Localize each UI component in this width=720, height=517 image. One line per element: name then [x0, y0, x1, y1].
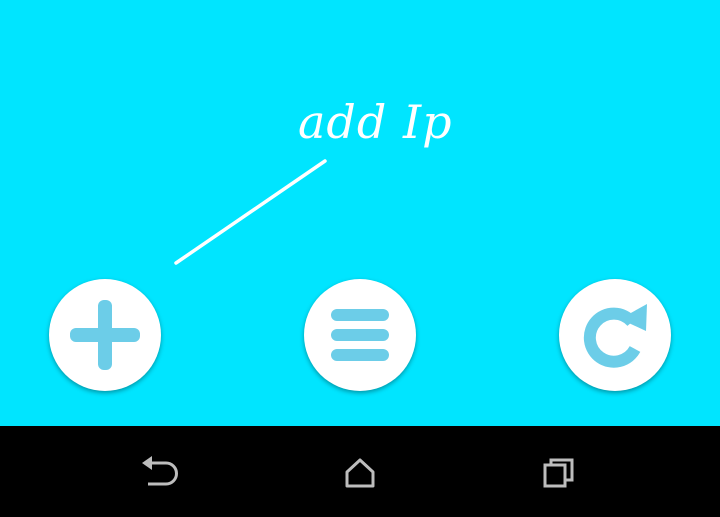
home-icon: [345, 458, 375, 488]
refresh-icon: [583, 304, 647, 368]
back-icon: [142, 456, 178, 486]
refresh-button[interactable]: [559, 279, 671, 391]
nav-home-button[interactable]: [330, 446, 390, 498]
app-screen: add Ip: [0, 0, 720, 517]
system-nav-bar: [0, 426, 720, 517]
recents-icon: [543, 458, 574, 488]
menu-button[interactable]: [304, 279, 416, 391]
hamburger-icon: [331, 309, 389, 361]
content-area: add Ip: [0, 0, 720, 426]
nav-recents-button[interactable]: [530, 446, 590, 498]
plus-icon: [70, 300, 140, 370]
add-button[interactable]: [49, 279, 161, 391]
nav-back-button[interactable]: [130, 446, 190, 498]
